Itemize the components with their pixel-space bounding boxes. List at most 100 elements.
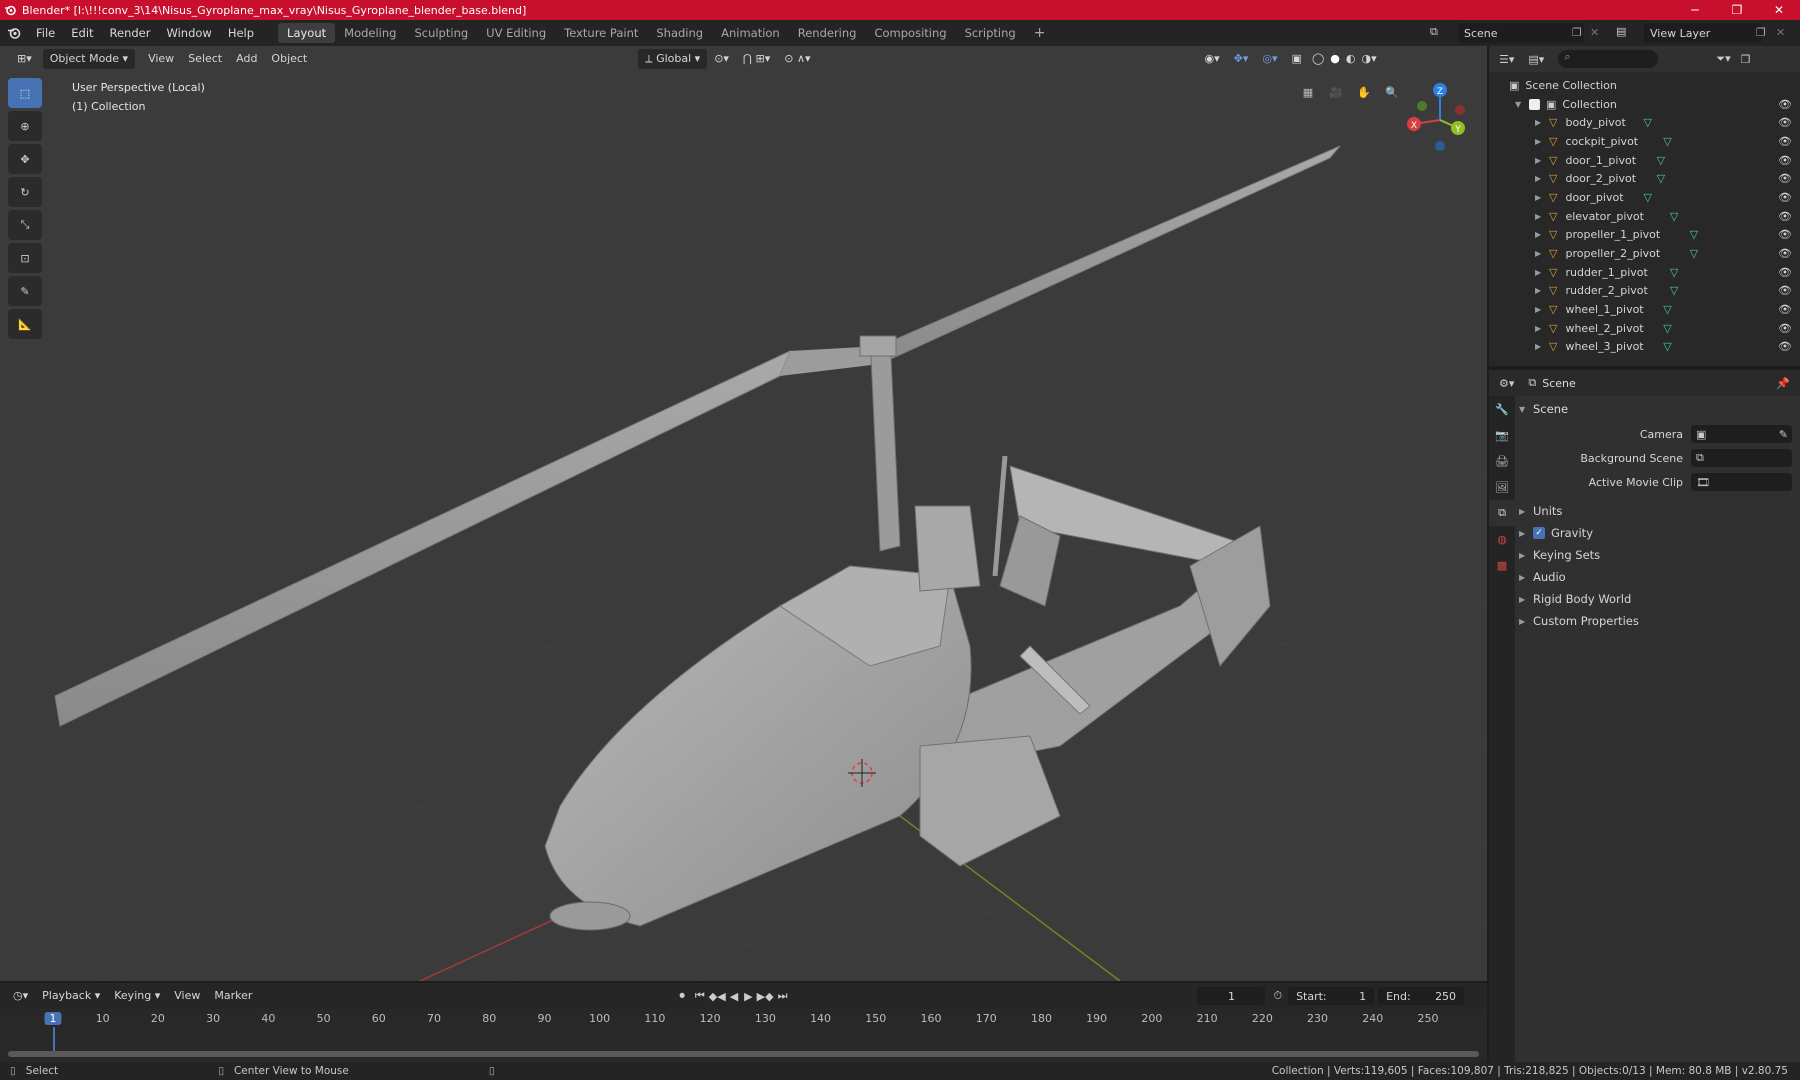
- collection-checkbox[interactable]: [1529, 98, 1540, 110]
- outliner-item-row[interactable]: ▶ ▽ door_1_pivot ▽ 👁: [1489, 151, 1800, 170]
- tab-compositing[interactable]: Compositing: [865, 23, 955, 43]
- outliner-search-input[interactable]: ⌕: [1558, 50, 1659, 68]
- movie-clip-field[interactable]: 🎞: [1691, 473, 1792, 491]
- timeline-scrollbar[interactable]: [8, 1051, 1479, 1057]
- background-scene-field[interactable]: ⧉: [1691, 449, 1792, 467]
- current-frame-field[interactable]: 1: [1197, 987, 1266, 1005]
- pivot-point-icon[interactable]: ⊙▾: [707, 49, 736, 69]
- toggle-perspective-icon[interactable]: ▦: [1296, 80, 1320, 104]
- tab-rendering[interactable]: Rendering: [789, 23, 866, 43]
- blender-menu-icon[interactable]: [0, 26, 28, 40]
- menu-render[interactable]: Render: [102, 26, 159, 40]
- transform-orientation-dropdown[interactable]: ⟂ Global ▾: [638, 49, 708, 69]
- mesh-data-icon[interactable]: ▽: [1663, 322, 1671, 335]
- visibility-eye-icon[interactable]: 👁: [1778, 210, 1792, 223]
- visibility-eye-icon[interactable]: 👁: [1778, 172, 1792, 185]
- rendered-shading-icon[interactable]: ◑▾: [1358, 49, 1379, 69]
- expand-icon[interactable]: ▶: [1535, 193, 1549, 202]
- world-tab[interactable]: ◍: [1489, 526, 1515, 552]
- new-collection-icon[interactable]: ❐: [1741, 53, 1751, 66]
- gizmo-toggle-icon[interactable]: ✥▾: [1227, 49, 1256, 69]
- outliner-item-row[interactable]: ▶ ▽ rudder_1_pivot ▽ 👁: [1489, 263, 1800, 282]
- visibility-icon[interactable]: ◉▾: [1198, 49, 1227, 69]
- menu-object[interactable]: Object: [264, 49, 314, 69]
- mesh-data-icon[interactable]: ▽: [1670, 210, 1678, 223]
- camera-view-icon[interactable]: 🎥: [1324, 80, 1348, 104]
- jump-end-button[interactable]: ⏭: [778, 989, 788, 1003]
- outliner-item-row[interactable]: ▶ ▽ elevator_pivot ▽ 👁: [1489, 207, 1800, 226]
- expand-icon[interactable]: ▶: [1535, 249, 1549, 258]
- measure-tool[interactable]: 📐: [8, 309, 42, 339]
- tab-layout[interactable]: Layout: [278, 23, 336, 43]
- editor-type-icon[interactable]: ⊞▾: [10, 49, 39, 69]
- mesh-data-icon[interactable]: ▽: [1690, 247, 1698, 260]
- expand-icon[interactable]: ▶: [1535, 174, 1549, 183]
- scene-type-icon[interactable]: ⧉: [1430, 25, 1438, 39]
- expand-icon[interactable]: ▶: [1535, 342, 1549, 351]
- wireframe-shading-icon[interactable]: ◯: [1309, 49, 1327, 69]
- tab-uv-editing[interactable]: UV Editing: [477, 23, 555, 43]
- expand-icon[interactable]: ▶: [1535, 156, 1549, 165]
- menu-timeline-view[interactable]: View: [167, 986, 207, 1006]
- record-button[interactable]: ⏺: [679, 989, 685, 1003]
- audio-panel[interactable]: ▶ Audio: [1519, 566, 1566, 588]
- expand-icon[interactable]: ▶: [1535, 137, 1549, 146]
- visibility-eye-icon[interactable]: 👁: [1778, 135, 1792, 148]
- visibility-eye-icon[interactable]: 👁: [1778, 116, 1792, 129]
- menu-edit[interactable]: Edit: [63, 26, 101, 40]
- menu-add[interactable]: Add: [229, 49, 264, 69]
- visibility-eye-icon[interactable]: 👁: [1778, 228, 1792, 241]
- visibility-eye-icon[interactable]: 👁: [1778, 191, 1792, 204]
- 3d-viewport[interactable]: [0, 46, 1487, 981]
- menu-select[interactable]: Select: [181, 49, 229, 69]
- visibility-eye-icon[interactable]: 👁: [1778, 266, 1792, 279]
- visibility-eye-icon[interactable]: 👁: [1778, 154, 1792, 167]
- expand-icon[interactable]: ▶: [1535, 230, 1549, 239]
- material-shading-icon[interactable]: ◐: [1343, 49, 1359, 69]
- view-layer-tab[interactable]: 🖼: [1489, 474, 1515, 500]
- jump-start-button[interactable]: ⏮: [695, 989, 705, 1003]
- transform-tool[interactable]: ⊡: [8, 243, 42, 273]
- rigid-body-world-panel[interactable]: ▶ Rigid Body World: [1519, 588, 1631, 610]
- solid-shading-icon[interactable]: ●: [1327, 49, 1343, 69]
- preview-range-icon[interactable]: ⏱: [1273, 989, 1282, 1003]
- pin-icon[interactable]: 📌: [1776, 377, 1790, 390]
- visibility-eye-icon[interactable]: 👁: [1778, 322, 1792, 335]
- tab-shading[interactable]: Shading: [647, 23, 712, 43]
- outliner-item-row[interactable]: ▶ ▽ door_pivot ▽ 👁: [1489, 188, 1800, 207]
- expand-icon[interactable]: ▶: [1535, 268, 1549, 277]
- xray-toggle-icon[interactable]: ▣: [1285, 49, 1309, 69]
- object-mode-dropdown[interactable]: Object Mode ▾: [42, 49, 136, 69]
- scene-collection-row[interactable]: ▣ Scene Collection: [1489, 76, 1800, 95]
- outliner-item-row[interactable]: ▶ ▽ body_pivot ▽ 👁: [1489, 113, 1800, 132]
- new-view-layer-icon[interactable]: ❐: [1756, 26, 1766, 39]
- menu-window[interactable]: Window: [158, 26, 219, 40]
- expand-icon[interactable]: ▶: [1535, 118, 1549, 127]
- mesh-data-icon[interactable]: ▽: [1643, 116, 1651, 129]
- maximize-button[interactable]: ❐: [1716, 0, 1758, 20]
- expand-icon[interactable]: ▶: [1535, 286, 1549, 295]
- visibility-eye-icon[interactable]: 👁: [1778, 98, 1792, 111]
- expand-icon[interactable]: ▶: [1535, 324, 1549, 333]
- cursor-tool[interactable]: ⊕: [8, 111, 42, 141]
- collection-row[interactable]: ▼ ▣ Collection 👁: [1489, 95, 1800, 114]
- snap-icon[interactable]: ⋂ ⊞▾: [736, 49, 777, 69]
- tab-scripting[interactable]: Scripting: [956, 23, 1025, 43]
- outliner-item-row[interactable]: ▶ ▽ propeller_2_pivot ▽ 👁: [1489, 244, 1800, 263]
- scene-panel-header[interactable]: ▼ Scene: [1519, 398, 1568, 420]
- units-panel[interactable]: ▶ Units: [1519, 500, 1562, 522]
- visibility-eye-icon[interactable]: 👁: [1778, 247, 1792, 260]
- add-workspace-button[interactable]: +: [1025, 23, 1055, 43]
- outliner-item-row[interactable]: ▶ ▽ cockpit_pivot ▽ 👁: [1489, 132, 1800, 151]
- prev-keyframe-button[interactable]: ◆◀: [709, 990, 726, 1003]
- scale-tool[interactable]: ⤡: [8, 210, 42, 240]
- outliner-item-row[interactable]: ▶ ▽ wheel_1_pivot ▽ 👁: [1489, 300, 1800, 319]
- close-window-button[interactable]: ✕: [1758, 0, 1800, 20]
- end-frame-field[interactable]: End: 250: [1378, 987, 1465, 1005]
- gravity-checkbox[interactable]: ✓: [1533, 527, 1545, 539]
- visibility-eye-icon[interactable]: 👁: [1778, 340, 1792, 353]
- pan-view-icon[interactable]: ✋: [1352, 80, 1376, 104]
- scene-tab[interactable]: ⧉: [1489, 500, 1515, 526]
- overlay-toggle-icon[interactable]: ◎▾: [1255, 49, 1284, 69]
- timeline-ruler[interactable]: 1 10 20 30 40 50 60 70 80 90 100 110 120 130 140 150 160…: [0, 1011, 1487, 1051]
